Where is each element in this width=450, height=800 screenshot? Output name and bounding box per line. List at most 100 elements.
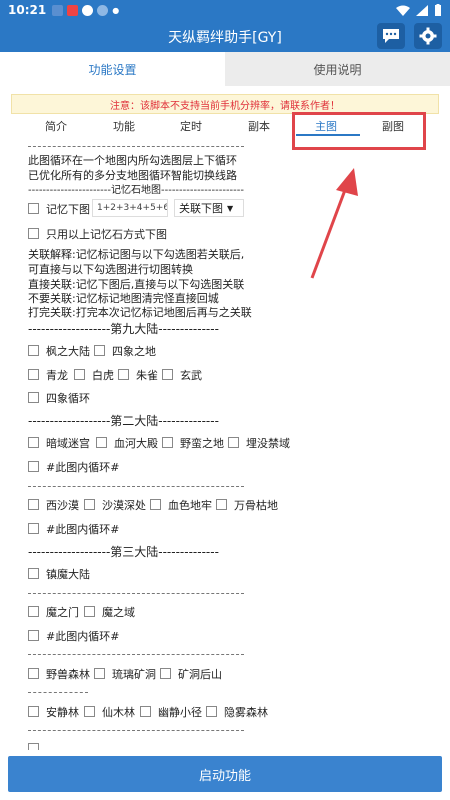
loop-label: #此图内循环# bbox=[46, 461, 120, 474]
map-label: 四象循环 bbox=[46, 392, 90, 405]
memory-stone-header: -----------------------记忆石地图------------… bbox=[28, 185, 244, 196]
map-label: 白虎 bbox=[92, 369, 114, 382]
chat-button[interactable] bbox=[377, 23, 405, 49]
explain-line-1: 关联解释:记忆标记图与以下勾选图若关联后, bbox=[28, 248, 245, 261]
map-label: 四象之地 bbox=[112, 345, 156, 358]
status-time: 10:21 bbox=[8, 3, 47, 17]
map-label: 血河大殿 bbox=[114, 437, 158, 450]
map-checkbox[interactable] bbox=[150, 499, 161, 510]
gallery-icon bbox=[52, 4, 64, 16]
map-checkbox[interactable] bbox=[28, 606, 39, 617]
map-checkbox[interactable] bbox=[28, 369, 39, 380]
map-checkbox[interactable] bbox=[216, 499, 227, 510]
map-checkbox[interactable] bbox=[28, 437, 39, 448]
map-label: 安静林 bbox=[46, 706, 79, 719]
map-checkbox[interactable] bbox=[206, 706, 217, 717]
map-label: 西沙漠 bbox=[46, 499, 79, 512]
main-map-panel: 此图循环在一个地图内所勾选图层上下循环 已优化所有的多分支地图循环智能切换线路 … bbox=[0, 140, 450, 750]
map-label: 仙木林 bbox=[102, 706, 135, 719]
loop-checkbox[interactable] bbox=[28, 630, 39, 641]
subtab-timer[interactable]: 定时 bbox=[180, 118, 202, 134]
subtab-features[interactable]: 功能 bbox=[113, 118, 135, 134]
explain-line-5: 打完关联:打完本次记忆标记地图后再与之关联 bbox=[28, 306, 252, 319]
map-checkbox[interactable] bbox=[118, 369, 129, 380]
map-checkbox[interactable] bbox=[28, 392, 39, 403]
map-checkbox[interactable] bbox=[84, 606, 95, 617]
map-checkbox[interactable] bbox=[28, 743, 39, 750]
memory-label: 记忆下图 bbox=[46, 203, 90, 216]
map-checkbox[interactable] bbox=[96, 437, 107, 448]
map-label: 埋没禁域 bbox=[246, 437, 290, 450]
warning-notice: 注意：该脚本不支持当前手机分辨率，请联系作者！ bbox=[11, 94, 439, 114]
memory-checkbox[interactable] bbox=[28, 203, 39, 214]
map-checkbox[interactable] bbox=[28, 345, 39, 356]
map-label: 野蛮之地 bbox=[180, 437, 224, 450]
map-checkbox[interactable] bbox=[28, 568, 39, 579]
map-checkbox[interactable] bbox=[28, 706, 39, 717]
map-checkbox[interactable] bbox=[28, 668, 39, 679]
map-label: 野兽森林 bbox=[46, 668, 90, 681]
main-tabs: 功能设置 使用说明 bbox=[0, 52, 450, 86]
app-notification-icon bbox=[67, 4, 79, 16]
subtab-intro[interactable]: 简介 bbox=[45, 118, 67, 134]
map-label: 万骨枯地 bbox=[234, 499, 278, 512]
map-label: 隐雾森林 bbox=[224, 706, 268, 719]
dropdown-arrow-icon: ▼ bbox=[227, 203, 234, 213]
continent-9-header: -------------------第九大陆-------------- bbox=[28, 322, 219, 336]
map-label: 矿洞后山 bbox=[178, 668, 222, 681]
battery-icon bbox=[435, 4, 441, 16]
map-checkbox[interactable] bbox=[84, 706, 95, 717]
chat-icon bbox=[383, 29, 399, 43]
loop-label: #此图内循环# bbox=[46, 523, 120, 536]
wifi-icon bbox=[396, 5, 410, 16]
highlight-box bbox=[292, 112, 426, 150]
dot-icon: ● bbox=[112, 5, 120, 15]
divider bbox=[28, 593, 244, 594]
map-label: 魔之域 bbox=[102, 606, 135, 619]
divider bbox=[28, 692, 88, 693]
link-mode-select[interactable]: 关联下图 ▼ bbox=[174, 199, 244, 217]
divider bbox=[28, 654, 244, 655]
subtab-dungeon[interactable]: 副本 bbox=[248, 118, 270, 134]
map-checkbox[interactable] bbox=[228, 437, 239, 448]
divider bbox=[28, 486, 244, 487]
app-bar: 天纵羁绊助手[GY] bbox=[0, 20, 450, 52]
map-checkbox[interactable] bbox=[140, 706, 151, 717]
loop-checkbox[interactable] bbox=[28, 461, 39, 472]
map-label: 镇魔大陆 bbox=[46, 568, 90, 581]
start-button[interactable]: 启动功能 bbox=[8, 756, 442, 792]
map-checkbox[interactable] bbox=[94, 345, 105, 356]
map-label: 幽静小径 bbox=[158, 706, 202, 719]
link-mode-value: 关联下图 bbox=[179, 202, 223, 215]
divider bbox=[28, 146, 244, 147]
map-checkbox[interactable] bbox=[162, 437, 173, 448]
map-label: 琉璃矿洞 bbox=[112, 668, 156, 681]
map-checkbox[interactable] bbox=[162, 369, 173, 380]
map-checkbox[interactable] bbox=[74, 369, 85, 380]
divider bbox=[28, 730, 244, 731]
only-above-label: 只用以上记忆石方式下图 bbox=[46, 228, 167, 241]
gear-icon bbox=[419, 27, 437, 45]
tab-instructions[interactable]: 使用说明 bbox=[225, 52, 450, 86]
map-label: 枫之大陆 bbox=[46, 345, 90, 358]
map-checkbox[interactable] bbox=[160, 668, 171, 679]
map-label: 血色地牢 bbox=[168, 499, 212, 512]
map-checkbox[interactable] bbox=[84, 499, 95, 510]
memory-input[interactable]: 1+2+3+4+5+6 bbox=[92, 199, 168, 217]
loop-checkbox[interactable] bbox=[28, 523, 39, 534]
map-label: 青龙 bbox=[46, 369, 68, 382]
map-checkbox[interactable] bbox=[28, 499, 39, 510]
tab-settings[interactable]: 功能设置 bbox=[0, 52, 225, 86]
map-label: 沙漠深处 bbox=[102, 499, 146, 512]
map-checkbox[interactable] bbox=[94, 668, 105, 679]
continent-3-header: -------------------第三大陆-------------- bbox=[28, 545, 219, 559]
intro-line-1: 此图循环在一个地图内所勾选图层上下循环 bbox=[28, 154, 237, 167]
settings-button[interactable] bbox=[414, 23, 442, 49]
continent-2-header: -------------------第二大陆-------------- bbox=[28, 414, 219, 428]
map-label: 朱雀 bbox=[136, 369, 158, 382]
notification-icon bbox=[82, 4, 94, 16]
only-above-checkbox[interactable] bbox=[28, 228, 39, 239]
map-label: 玄武 bbox=[180, 369, 202, 382]
map-label: 暗域迷宫 bbox=[46, 437, 90, 450]
map-label: 魔之门 bbox=[46, 606, 79, 619]
